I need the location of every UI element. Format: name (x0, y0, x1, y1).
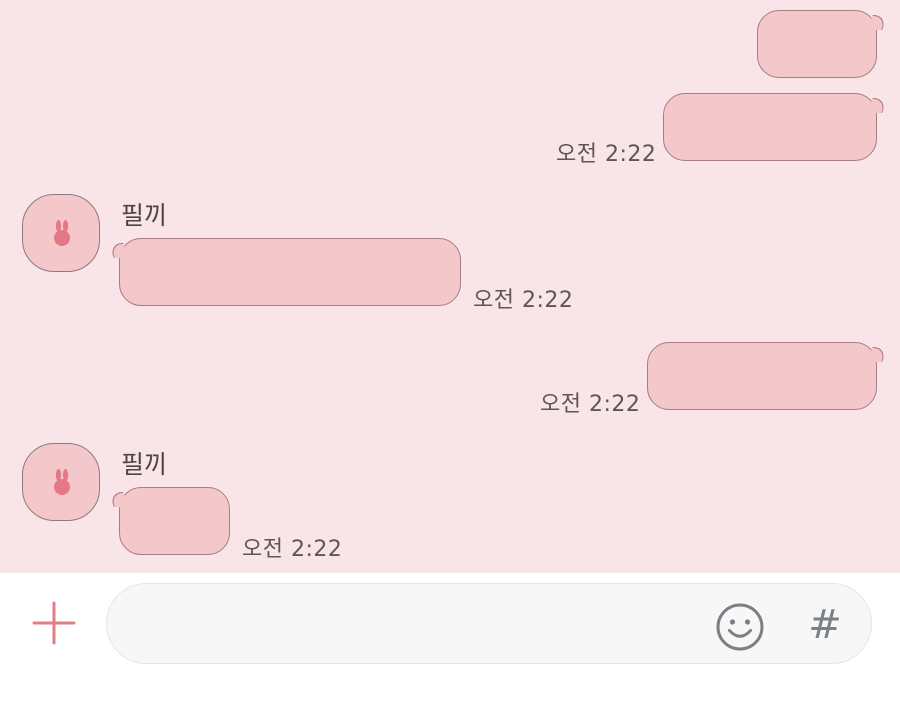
my-message-bubble[interactable] (663, 93, 877, 161)
message-timestamp: 오전 2:22 (556, 142, 657, 167)
bunny-icon (54, 469, 70, 495)
message-timestamp: 오전 2:22 (473, 288, 574, 313)
bunny-icon (54, 220, 70, 246)
message-timestamp: 오전 2:22 (540, 392, 641, 417)
contact-message-bubble[interactable] (119, 487, 230, 555)
contact-avatar[interactable] (22, 443, 100, 521)
chat-area[interactable]: 오전 2:22 필끼 오전 2:22 오전 2:22 필끼 오전 2:22 (0, 0, 900, 573)
emoji-button[interactable] (714, 601, 766, 653)
sender-name: 필끼 (121, 450, 168, 479)
my-message-bubble[interactable] (647, 342, 877, 410)
smiley-icon (716, 603, 764, 651)
sender-name: 필끼 (121, 201, 168, 230)
add-attachment-button[interactable] (28, 597, 80, 649)
plus-icon (32, 601, 76, 645)
message-timestamp: 오전 2:22 (242, 537, 343, 562)
my-message-bubble[interactable] (757, 10, 877, 78)
contact-message-bubble[interactable] (119, 238, 461, 306)
hashtag-button[interactable]: # (805, 602, 845, 648)
contact-avatar[interactable] (22, 194, 100, 272)
hash-icon: # (808, 602, 842, 648)
